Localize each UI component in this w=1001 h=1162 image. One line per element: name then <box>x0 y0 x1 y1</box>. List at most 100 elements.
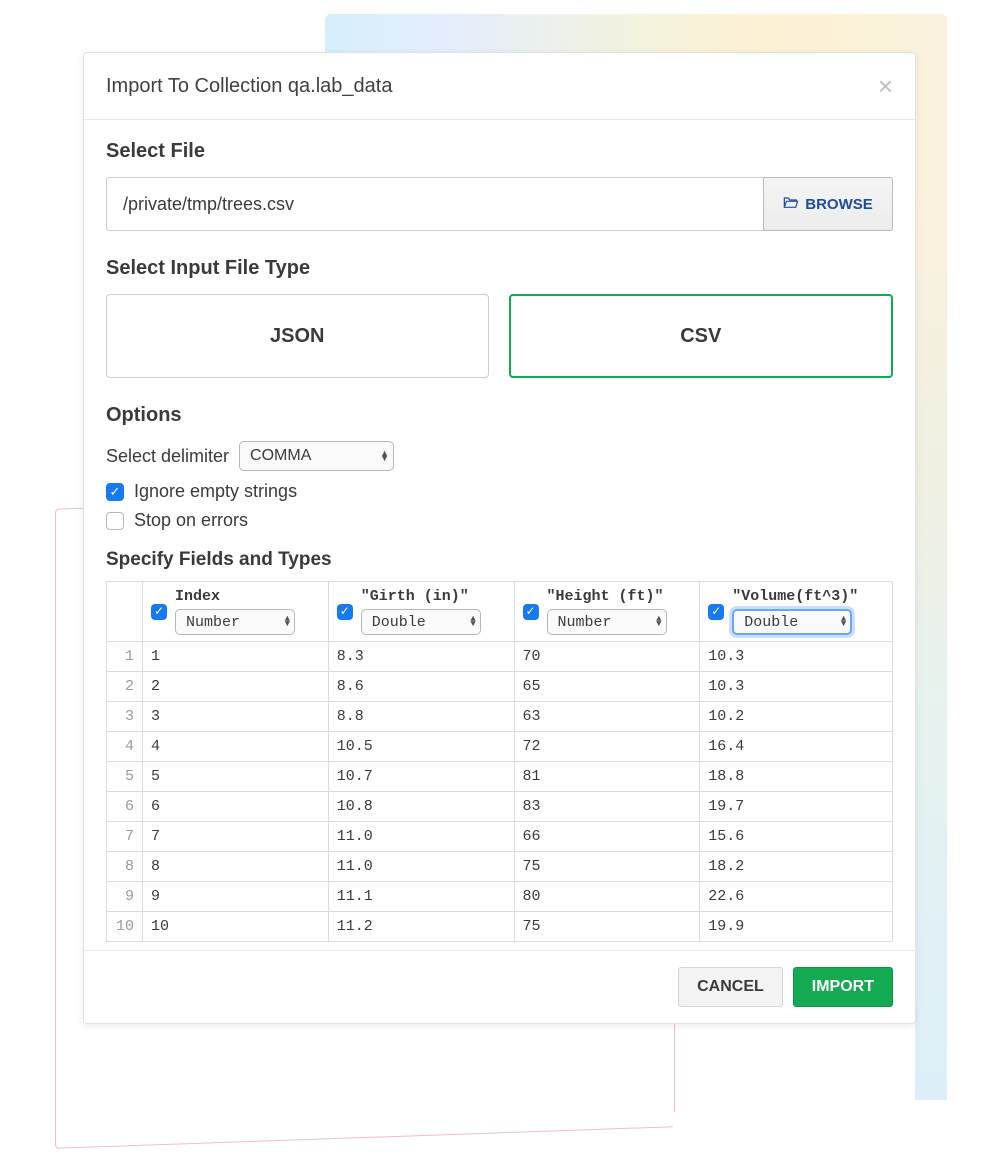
column-name: "Girth (in)" <box>361 588 506 605</box>
column-type-select[interactable]: Double ▲▼ <box>732 609 852 635</box>
rownum-cell: 3 <box>107 702 143 732</box>
data-cell: 19.9 <box>700 912 893 942</box>
table-header-row: ✓IndexNumber▲▼✓"Girth (in)"Double▲▼✓"Hei… <box>107 582 893 642</box>
rownum-cell: 8 <box>107 852 143 882</box>
column-name: Index <box>175 588 320 605</box>
data-cell: 11.2 <box>328 912 514 942</box>
column-header: ✓"Height (ft)"Number▲▼ <box>514 582 700 642</box>
file-row: BROWSE <box>106 177 893 231</box>
delimiter-value: COMMA <box>250 447 311 465</box>
ignore-empty-row: ✓ Ignore empty strings <box>106 481 893 502</box>
modal-footer: CANCEL IMPORT <box>84 950 915 1023</box>
cancel-button[interactable]: CANCEL <box>678 967 783 1007</box>
table-row: 9911.18022.6 <box>107 882 893 912</box>
ignore-empty-label: Ignore empty strings <box>134 481 297 502</box>
modal-body: Select File BROWSE Select Input File Typ… <box>84 120 915 950</box>
file-type-heading: Select Input File Type <box>106 257 893 280</box>
data-cell: 16.4 <box>700 732 893 762</box>
close-icon[interactable]: × <box>878 73 893 99</box>
rownum-cell: 6 <box>107 792 143 822</box>
file-path-input[interactable] <box>106 177 763 231</box>
table-row: 7711.06615.6 <box>107 822 893 852</box>
data-cell: 10 <box>143 912 329 942</box>
column-type-select[interactable]: Double▲▼ <box>361 609 481 635</box>
data-cell: 2 <box>143 672 329 702</box>
table-row: 118.37010.3 <box>107 642 893 672</box>
select-file-heading: Select File <box>106 140 893 163</box>
rownum-cell: 1 <box>107 642 143 672</box>
table-row: 228.66510.3 <box>107 672 893 702</box>
column-include-checkbox[interactable]: ✓ <box>151 604 167 620</box>
data-cell: 65 <box>514 672 700 702</box>
chevron-updown-icon: ▲▼ <box>285 617 290 627</box>
column-include-checkbox[interactable]: ✓ <box>523 604 539 620</box>
column-include-checkbox[interactable]: ✓ <box>337 604 353 620</box>
modal-header: Import To Collection qa.lab_data × <box>84 53 915 120</box>
data-cell: 8 <box>143 852 329 882</box>
file-type-csv-button[interactable]: CSV <box>509 294 894 378</box>
column-type-select[interactable]: Number▲▼ <box>175 609 295 635</box>
table-row: 4410.57216.4 <box>107 732 893 762</box>
data-cell: 18.2 <box>700 852 893 882</box>
data-cell: 10.3 <box>700 642 893 672</box>
data-cell: 10.7 <box>328 762 514 792</box>
data-cell: 81 <box>514 762 700 792</box>
ignore-empty-checkbox[interactable]: ✓ <box>106 483 124 501</box>
column-type-value: Number <box>558 614 612 631</box>
data-cell: 8.8 <box>328 702 514 732</box>
data-cell: 70 <box>514 642 700 672</box>
rownum-cell: 10 <box>107 912 143 942</box>
data-cell: 8.3 <box>328 642 514 672</box>
preview-table: ✓IndexNumber▲▼✓"Girth (in)"Double▲▼✓"Hei… <box>106 581 893 942</box>
rownum-cell: 5 <box>107 762 143 792</box>
data-cell: 22.6 <box>700 882 893 912</box>
data-cell: 75 <box>514 912 700 942</box>
data-cell: 6 <box>143 792 329 822</box>
stop-on-errors-row: Stop on errors <box>106 510 893 531</box>
data-cell: 9 <box>143 882 329 912</box>
import-modal: Import To Collection qa.lab_data × Selec… <box>83 52 916 1024</box>
table-row: 6610.88319.7 <box>107 792 893 822</box>
data-cell: 19.7 <box>700 792 893 822</box>
column-include-checkbox[interactable]: ✓ <box>708 604 724 620</box>
column-header: ✓ "Volume(ft^3)" Double ▲▼ <box>700 582 893 642</box>
column-type-value: Double <box>372 614 426 631</box>
browse-button[interactable]: BROWSE <box>763 177 893 231</box>
modal-title: Import To Collection qa.lab_data <box>106 75 392 98</box>
stop-on-errors-checkbox[interactable] <box>106 512 124 530</box>
data-cell: 83 <box>514 792 700 822</box>
delimiter-label: Select delimiter <box>106 446 229 467</box>
chevron-updown-icon: ▲▼ <box>841 617 846 627</box>
column-type-value: Double <box>744 614 798 631</box>
delimiter-select[interactable]: COMMA ▲▼ <box>239 441 394 471</box>
file-type-json-button[interactable]: JSON <box>106 294 489 378</box>
data-cell: 15.6 <box>700 822 893 852</box>
data-cell: 72 <box>514 732 700 762</box>
chevron-updown-icon: ▲▼ <box>656 617 661 627</box>
data-cell: 11.0 <box>328 852 514 882</box>
data-cell: 75 <box>514 852 700 882</box>
data-cell: 10.2 <box>700 702 893 732</box>
rownum-header <box>107 582 143 642</box>
data-cell: 11.1 <box>328 882 514 912</box>
fields-heading: Specify Fields and Types <box>106 549 893 571</box>
data-cell: 3 <box>143 702 329 732</box>
file-type-row: JSON CSV <box>106 294 893 378</box>
data-cell: 10.8 <box>328 792 514 822</box>
table-row: 8811.07518.2 <box>107 852 893 882</box>
column-name: "Volume(ft^3)" <box>732 588 884 605</box>
rownum-cell: 7 <box>107 822 143 852</box>
import-button[interactable]: IMPORT <box>793 967 893 1007</box>
data-cell: 11.0 <box>328 822 514 852</box>
rownum-cell: 9 <box>107 882 143 912</box>
data-cell: 1 <box>143 642 329 672</box>
table-body: 118.37010.3228.66510.3338.86310.24410.57… <box>107 642 893 942</box>
data-cell: 10.3 <box>700 672 893 702</box>
rownum-cell: 2 <box>107 672 143 702</box>
data-cell: 18.8 <box>700 762 893 792</box>
table-row: 101011.27519.9 <box>107 912 893 942</box>
column-header: ✓ Index Number▲▼ <box>143 582 329 642</box>
column-header: ✓ "Girth (in)" Double▲▼ <box>328 582 514 642</box>
column-type-select[interactable]: Number ▲▼ <box>547 609 667 635</box>
table-row: 338.86310.2 <box>107 702 893 732</box>
